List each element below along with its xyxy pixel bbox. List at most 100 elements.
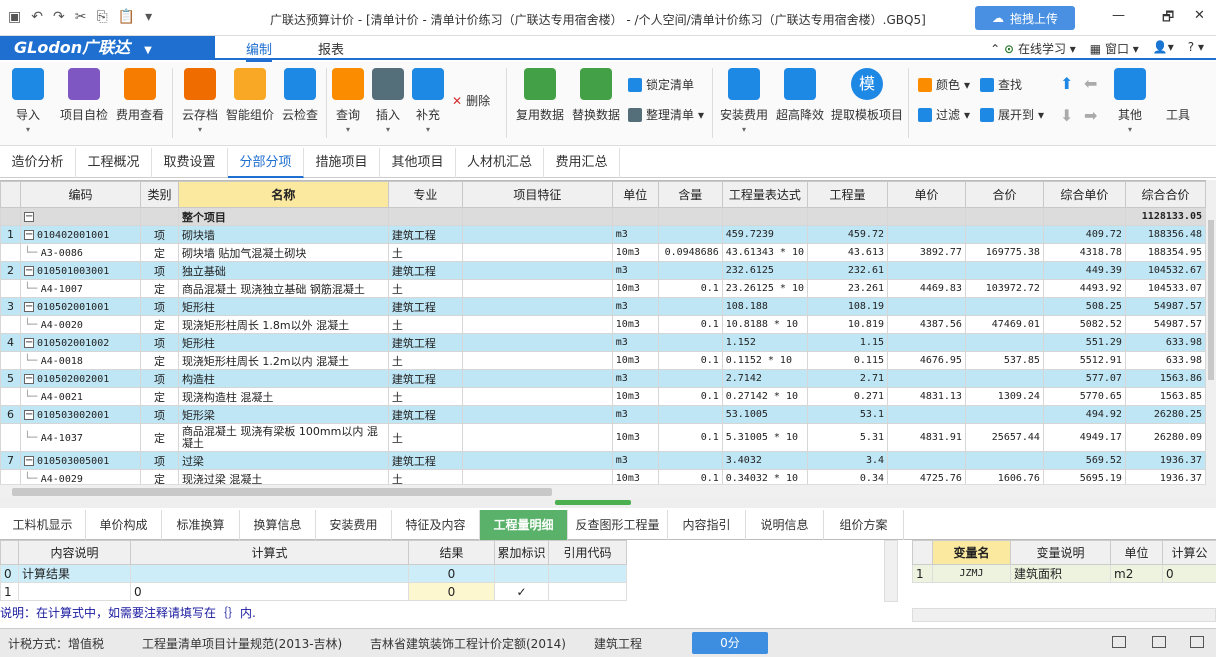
quota-row[interactable]: └─ A4-1037 定商品混凝土 现浇有梁板 100mm以内 混凝土土 10m3 0… — [0, 423, 1206, 452]
cell-unit[interactable]: 10m3 — [611, 315, 659, 334]
cell-spec[interactable]: 土 — [387, 423, 463, 452]
cell-total[interactable]: 1606.76 — [964, 469, 1044, 484]
customize-icon[interactable]: ▾ — [145, 9, 152, 25]
cell-total[interactable]: 103972.72 — [964, 279, 1044, 298]
cell-total[interactable]: 25657.44 — [964, 423, 1044, 452]
cell-utotal[interactable]: 54987.57 — [1124, 315, 1206, 334]
cell-amount[interactable]: 232.61 — [807, 261, 888, 280]
layout-icon[interactable] — [1112, 636, 1126, 648]
cell-spec[interactable]: 土 — [387, 469, 463, 484]
cell-qty[interactable] — [657, 405, 723, 424]
accumulate-checkbox[interactable]: ✓ — [494, 582, 549, 601]
cell-feat[interactable] — [461, 207, 613, 226]
cell-code[interactable]: └─ A4-0029 — [19, 469, 141, 484]
cell-qty[interactable] — [657, 451, 723, 470]
cell-feat[interactable] — [461, 261, 613, 280]
cell-unit[interactable]: m3 — [611, 333, 659, 352]
cell-utotal[interactable]: 1936.37 — [1124, 451, 1206, 470]
cell-qty[interactable] — [657, 207, 723, 226]
redo-icon[interactable]: ↷ — [53, 9, 65, 25]
cell-code[interactable]: └─ A3-0086 — [19, 243, 141, 262]
cell-price[interactable]: 4831.91 — [887, 423, 966, 452]
cell-cat[interactable]: 项 — [139, 369, 179, 388]
cell-qty[interactable] — [657, 369, 723, 388]
cell-expr[interactable]: 0.34032 * 10 — [721, 469, 809, 484]
tab-sub-items[interactable]: 分部分项 — [228, 148, 304, 178]
cell-cat[interactable]: 定 — [139, 423, 179, 452]
cell-name[interactable]: 现浇矩形柱周长 1.8m以外 混凝土 — [177, 315, 389, 334]
cell-qty[interactable]: 0.1 — [657, 315, 723, 334]
cell-unit[interactable]: 10m3 — [611, 423, 659, 452]
cell-unit[interactable]: 10m3 — [611, 387, 659, 406]
cell-expr[interactable]: 459.7239 — [721, 225, 809, 244]
cell-code[interactable]: └─ A4-0020 — [19, 315, 141, 334]
user-icon[interactable]: 👤▾ — [1153, 40, 1174, 57]
quota-row[interactable]: └─ A4-0029 定现浇过梁 混凝土土 10m3 0.1 0.34032 * 10 0… — [0, 469, 1206, 484]
tab-content-guide[interactable]: 内容指引 — [668, 510, 746, 540]
cell-unit[interactable]: m3 — [611, 405, 659, 424]
cell-name[interactable]: 独立基础 — [177, 261, 389, 280]
cell-uprice[interactable]: 551.29 — [1042, 333, 1126, 352]
cell-unit[interactable]: m3 — [611, 261, 659, 280]
extract-template-button[interactable]: 模提取模板项目 — [830, 68, 904, 123]
cell-cat[interactable]: 项 — [139, 225, 179, 244]
cell-amount[interactable]: 10.819 — [807, 315, 888, 334]
cell-unit[interactable]: 10m3 — [611, 243, 659, 262]
cell-cat[interactable]: 项 — [139, 333, 179, 352]
list-item-row[interactable]: 3−010502001001 项矩形柱 建筑工程 m3 108.188 108.19 508… — [0, 297, 1206, 316]
cell-spec[interactable]: 土 — [387, 315, 463, 334]
filter-button[interactable]: 过滤 ▾ — [918, 106, 970, 123]
project-check-button[interactable]: 项目自检 — [56, 68, 112, 123]
find-button[interactable]: 查找 — [980, 76, 1022, 93]
cell-name[interactable]: 现浇构造柱 混凝土 — [177, 387, 389, 406]
cell-amount[interactable]: 0.34 — [807, 469, 888, 484]
cell-feat[interactable] — [461, 351, 613, 370]
cell-feat[interactable] — [461, 423, 613, 452]
cell-qty[interactable]: 0.0948686 — [657, 243, 723, 262]
cell-spec[interactable]: 建筑工程 — [387, 297, 463, 316]
cell-unit[interactable]: 10m3 — [611, 279, 659, 298]
collapse-icon[interactable]: − — [23, 230, 34, 240]
cell-name[interactable]: 矩形柱 — [177, 297, 389, 316]
cell-amount[interactable]: 1.15 — [807, 333, 888, 352]
cell-unit[interactable]: 10m3 — [611, 351, 659, 370]
column-header[interactable]: 工程量 — [807, 181, 888, 208]
cell-qty[interactable] — [657, 333, 723, 352]
cell-spec[interactable]: 建筑工程 — [387, 405, 463, 424]
cell-name[interactable]: 整个项目 — [177, 207, 389, 226]
cell-expr[interactable]: 1.152 — [721, 333, 809, 352]
cell-total[interactable] — [964, 297, 1044, 316]
cell-expr[interactable]: 108.188 — [721, 297, 809, 316]
cell-name[interactable]: 现浇矩形柱周长 1.2m以内 混凝土 — [177, 351, 389, 370]
grid-horizontal-scrollbar[interactable] — [0, 484, 1206, 498]
column-header[interactable]: 单位 — [611, 181, 659, 208]
cell-expr[interactable]: 23.26125 * 10 — [721, 279, 809, 298]
cell-price[interactable] — [887, 405, 966, 424]
cell-total[interactable] — [964, 225, 1044, 244]
variables-horizontal-scrollbar[interactable] — [912, 608, 1216, 622]
cell-feat[interactable] — [461, 369, 613, 388]
cell-amount[interactable]: 2.71 — [807, 369, 888, 388]
other-button[interactable]: 其他 ▾ — [1104, 68, 1156, 134]
maximize-button[interactable]: 🗗 — [1162, 8, 1174, 30]
cell-amount[interactable]: 3.4 — [807, 451, 888, 470]
cell-uprice[interactable]: 508.25 — [1042, 297, 1126, 316]
cell-name[interactable]: 矩形柱 — [177, 333, 389, 352]
quota-row[interactable]: └─ A4-0021 定现浇构造柱 混凝土土 10m3 0.1 0.27142 * 10… — [0, 387, 1206, 406]
cell-price[interactable] — [887, 369, 966, 388]
menu-tab-edit[interactable]: 编制 — [246, 39, 273, 62]
cell-feat[interactable] — [461, 243, 613, 262]
quota-row[interactable]: └─ A4-1007 定商品混凝土 现浇独立基础 钢筋混凝土土 10m3 0.1 23.… — [0, 279, 1206, 298]
online-learning-button[interactable]: ⌃ ⊙ 在线学习 ▾ — [990, 40, 1076, 57]
cell-code[interactable]: −010503002001 — [19, 405, 141, 424]
tab-quantity-detail[interactable]: 工程量明细 — [480, 510, 568, 540]
tab-resource-summary[interactable]: 人材机汇总 — [456, 148, 544, 178]
cell-utotal[interactable]: 104533.07 — [1124, 279, 1206, 298]
cell-expr[interactable]: 5.31005 * 10 — [721, 423, 809, 452]
cell-name[interactable]: 矩形梁 — [177, 405, 389, 424]
help-button[interactable]: ? ▾ — [1188, 40, 1204, 57]
move-right-icon[interactable]: ➡ — [1084, 106, 1097, 125]
cell-name[interactable]: 商品混凝土 现浇有梁板 100mm以内 混凝土 — [177, 423, 389, 452]
cell-expr[interactable]: 2.7142 — [721, 369, 809, 388]
cell-utotal[interactable]: 1128133.05 — [1124, 207, 1206, 226]
